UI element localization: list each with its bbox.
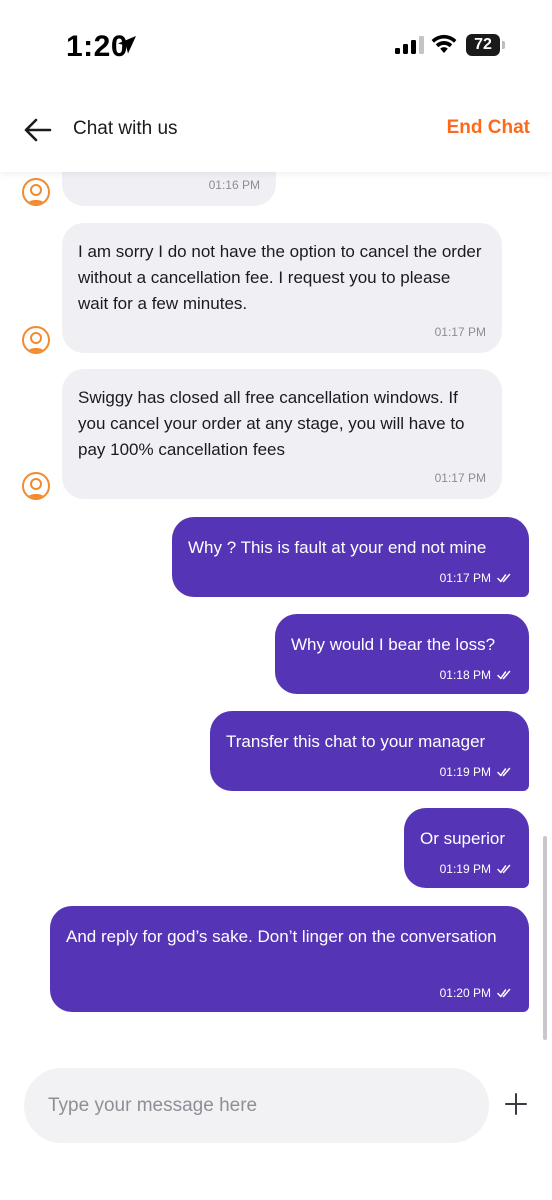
message-text: I am sorry I do not have the option to c… <box>78 242 482 313</box>
message-time: 01:17 PM <box>439 571 491 585</box>
agent-avatar-icon <box>22 326 50 354</box>
message-meta: 01:19 PM <box>440 765 513 779</box>
message-time: 01:20 PM <box>439 986 491 1000</box>
message-time: 01:18 PM <box>439 668 491 682</box>
status-bar: 1:20 72 <box>0 0 552 92</box>
user-message: Why ? This is fault at your end not mine… <box>172 517 529 597</box>
message-text: Or superior <box>420 829 506 848</box>
chat-screen: 1:20 72 Chat with us End Chat 01:16 PM I… <box>0 0 552 1200</box>
page-title: Chat with us <box>73 118 178 139</box>
message-time: 01:19 PM <box>439 862 491 876</box>
scrollbar[interactable] <box>543 836 547 1040</box>
message-list[interactable]: 01:16 PM I am sorry I do not have the op… <box>0 172 552 1044</box>
back-button[interactable] <box>20 112 56 148</box>
user-message: Or superior 01:19 PM <box>404 808 529 888</box>
battery-level: 72 <box>474 36 492 53</box>
plus-icon[interactable] <box>500 1088 532 1120</box>
double-check-icon <box>497 767 511 777</box>
agent-message: I am sorry I do not have the option to c… <box>62 223 502 353</box>
message-text: Swiggy has closed all free cancellation … <box>78 388 465 459</box>
message-composer <box>24 1068 489 1143</box>
message-text: Why would I bear the loss? <box>291 635 496 654</box>
agent-avatar-icon <box>22 178 50 206</box>
message-time: 01:17 PM <box>434 471 486 485</box>
message-input[interactable] <box>48 1068 468 1143</box>
agent-avatar-icon <box>22 472 50 500</box>
location-arrow-icon <box>118 36 136 54</box>
message-text: And reply for god’s sake. Don’t linger o… <box>66 927 497 946</box>
message-meta: 01:18 PM <box>440 668 513 682</box>
arrow-left-icon <box>24 118 52 142</box>
user-message: Why would I bear the loss? 01:18 PM <box>275 614 529 694</box>
signal-icon <box>395 36 424 54</box>
agent-message: Swiggy has closed all free cancellation … <box>62 369 502 499</box>
message-time: 01:16 PM <box>208 178 260 192</box>
battery-icon: 72 <box>466 34 506 56</box>
message-time: 01:19 PM <box>439 765 491 779</box>
end-chat-button[interactable]: End Chat <box>447 117 530 139</box>
battery-tip <box>502 41 505 49</box>
message-text: Transfer this chat to your manager <box>226 732 486 751</box>
message-text: Why ? This is fault at your end not mine <box>188 538 487 557</box>
double-check-icon <box>497 864 511 874</box>
double-check-icon <box>497 988 511 998</box>
user-message: Transfer this chat to your manager 01:19… <box>210 711 529 791</box>
message-time: 01:17 PM <box>434 325 486 339</box>
user-message: And reply for god’s sake. Don’t linger o… <box>50 906 529 1012</box>
message-meta: 01:20 PM <box>440 986 513 1000</box>
message-meta: 01:17 PM <box>440 571 513 585</box>
double-check-icon <box>497 573 511 583</box>
chat-header: Chat with us End Chat <box>0 92 552 172</box>
agent-message: 01:16 PM <box>62 172 276 206</box>
double-check-icon <box>497 670 511 680</box>
message-meta: 01:19 PM <box>440 862 513 876</box>
wifi-icon <box>431 34 457 53</box>
